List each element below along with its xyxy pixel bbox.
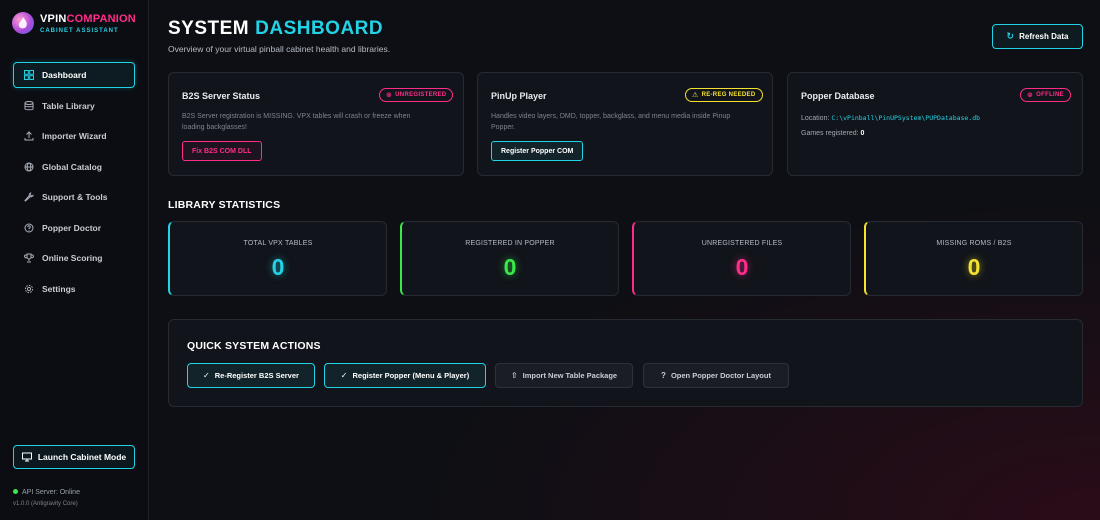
sidebar-item-importer-wizard[interactable]: Importer Wizard bbox=[13, 123, 135, 149]
sidebar-item-label: Table Library bbox=[42, 100, 95, 111]
monitor-icon bbox=[21, 452, 32, 462]
upload-icon: ⇧ bbox=[510, 371, 518, 380]
sidebar-nav: Dashboard Table Library Importer Wizard … bbox=[13, 62, 135, 306]
popper-db-location: Location: C:\vPinball\PinUPSystem\PUPDat… bbox=[801, 114, 981, 122]
app-version: v1.0.0 (Antigravity Core) bbox=[13, 501, 78, 507]
import-table-package-button[interactable]: ⇧ Import New Table Package bbox=[495, 363, 633, 388]
database-icon bbox=[24, 100, 34, 110]
status-badge: ⚠ RE-REG NEEDED bbox=[685, 88, 763, 102]
sidebar-item-label: Importer Wizard bbox=[42, 131, 107, 141]
refresh-icon: ↻ bbox=[1006, 31, 1015, 41]
pinup-card-title: PinUp Player bbox=[491, 91, 547, 101]
register-popper-com-button[interactable]: Register Popper COM bbox=[491, 141, 584, 161]
stat-value: 0 bbox=[967, 254, 981, 280]
x-circle-icon: ⊗ bbox=[1027, 92, 1034, 99]
warning-icon: ⚠ bbox=[692, 92, 699, 99]
stat-label: TOTAL VPX TABLES bbox=[243, 240, 313, 247]
sidebar-item-dashboard[interactable]: Dashboard bbox=[13, 62, 135, 88]
brand-subtitle: CABINET ASSISTANT bbox=[40, 27, 119, 34]
b2s-card-title: B2S Server Status bbox=[182, 91, 261, 101]
sidebar-item-support-tools[interactable]: Support & Tools bbox=[13, 184, 135, 210]
sidebar-item-table-library[interactable]: Table Library bbox=[13, 93, 135, 119]
stat-value: 0 bbox=[735, 254, 749, 280]
pinup-player-card: PinUp Player ⚠ RE-REG NEEDED Handles vide… bbox=[477, 72, 773, 176]
popper-database-card: Popper Database ⊗ OFFLINE Location: C:\vP… bbox=[787, 72, 1083, 176]
sidebar-item-label: Support & Tools bbox=[42, 192, 108, 202]
stat-card-total-vpx: TOTAL VPX TABLES 0 bbox=[168, 221, 387, 296]
gear-icon bbox=[24, 284, 34, 293]
open-popper-doctor-button[interactable]: ? Open Popper Doctor Layout bbox=[643, 363, 789, 388]
stat-value: 0 bbox=[503, 254, 517, 280]
check-circle-icon: ✓ bbox=[340, 371, 348, 380]
launch-cabinet-mode-button[interactable]: Launch Cabinet Mode bbox=[13, 445, 135, 469]
status-badge: ⊗ OFFLINE bbox=[1020, 88, 1071, 102]
sidebar-item-popper-doctor[interactable]: Popper Doctor bbox=[13, 215, 135, 241]
help-circle-icon bbox=[24, 223, 34, 232]
brand-name: VPINCOMPANION bbox=[40, 12, 136, 25]
brand[interactable]: VPINCOMPANION CABINET ASSISTANT bbox=[12, 12, 136, 34]
page-subtitle: Overview of your virtual pinball cabinet… bbox=[168, 44, 391, 54]
launch-cabinet-mode-label: Launch Cabinet Mode bbox=[37, 452, 127, 462]
sidebar-item-global-catalog[interactable]: Global Catalog bbox=[13, 154, 135, 180]
sidebar-item-online-scoring[interactable]: Online Scoring bbox=[13, 245, 135, 271]
stat-card-missing-roms: MISSING ROMS / B2S 0 bbox=[864, 221, 1083, 296]
stat-label: REGISTERED IN POPPER bbox=[465, 240, 555, 247]
b2s-card-description: B2S Server registration is MISSING. VPX … bbox=[182, 113, 411, 131]
help-circle-icon: ? bbox=[661, 371, 666, 380]
x-circle-icon: ⊗ bbox=[386, 92, 393, 99]
globe-icon bbox=[24, 162, 34, 171]
library-statistics-title: LIBRARY STATISTICS bbox=[168, 199, 281, 211]
sidebar-item-settings[interactable]: Settings bbox=[13, 276, 135, 302]
quick-actions-title: QUICK SYSTEM ACTIONS bbox=[187, 340, 321, 352]
wrench-icon bbox=[24, 192, 34, 202]
api-status: API Server: Online bbox=[13, 489, 80, 496]
sidebar: VPINCOMPANION CABINET ASSISTANT Dashboar… bbox=[0, 0, 149, 520]
stat-value: 0 bbox=[271, 254, 285, 280]
status-badge: ⊗ UNREGISTERED bbox=[379, 88, 454, 102]
check-circle-icon: ✓ bbox=[203, 371, 210, 380]
refresh-data-button[interactable]: ↻ Refresh Data bbox=[992, 24, 1083, 49]
sidebar-item-label: Online Scoring bbox=[42, 253, 103, 263]
pinup-card-description: Handles video layers, DMD, topper, backg… bbox=[491, 113, 731, 131]
register-popper-button[interactable]: ✓ Register Popper (Menu & Player) bbox=[324, 363, 486, 388]
upload-icon bbox=[24, 131, 34, 141]
sidebar-item-label: Global Catalog bbox=[42, 161, 102, 172]
stat-label: UNREGISTERED FILES bbox=[701, 240, 783, 247]
fix-b2s-com-dll-button[interactable]: Fix B2S COM DLL bbox=[182, 141, 262, 161]
sidebar-item-label: Settings bbox=[42, 283, 76, 294]
page-title: SYSTEM DASHBOARD bbox=[168, 18, 384, 39]
re-register-b2s-button[interactable]: ✓ Re-Register B2S Server bbox=[187, 363, 315, 388]
status-dot-icon bbox=[13, 489, 18, 494]
refresh-data-label: Refresh Data bbox=[1019, 32, 1069, 41]
trophy-icon bbox=[24, 253, 34, 263]
popper-db-card-title: Popper Database bbox=[801, 91, 875, 101]
sidebar-item-label: Dashboard bbox=[42, 70, 87, 80]
b2s-status-card: B2S Server Status ⊗ UNREGISTERED B2S Serv… bbox=[168, 72, 464, 176]
brand-logo-icon bbox=[12, 12, 34, 34]
stat-card-registered: REGISTERED IN POPPER 0 bbox=[400, 221, 619, 296]
sidebar-item-label: Popper Doctor bbox=[42, 222, 102, 233]
grid-icon bbox=[24, 70, 34, 80]
stat-label: MISSING ROMS / B2S bbox=[936, 240, 1012, 247]
popper-db-games: Games registered: 0 bbox=[801, 130, 865, 137]
api-status-text: API Server: Online bbox=[22, 489, 80, 496]
stat-card-unregistered: UNREGISTERED FILES 0 bbox=[632, 221, 851, 296]
quick-actions-card: QUICK SYSTEM ACTIONS ✓ Re-Register B2S Se… bbox=[168, 319, 1083, 407]
